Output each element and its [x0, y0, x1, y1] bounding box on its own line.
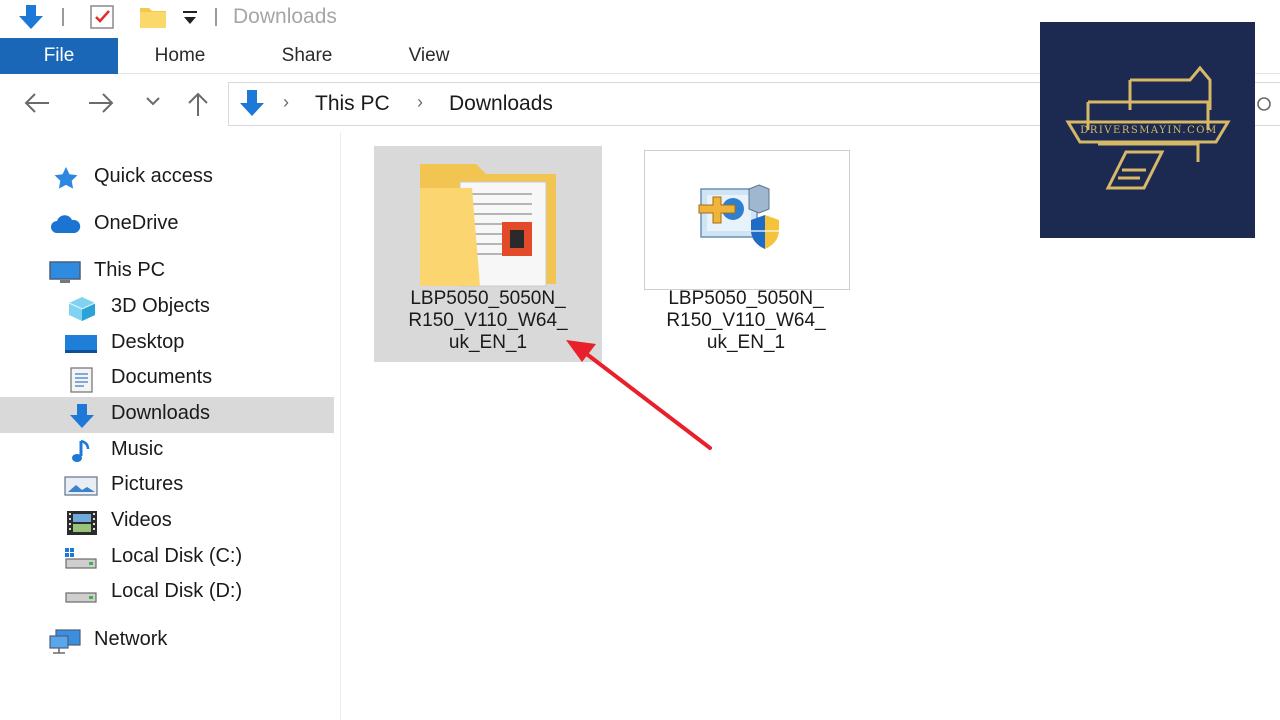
- sidebar-item-label: Desktop: [111, 331, 185, 353]
- desktop-icon: [64, 332, 97, 356]
- tab-share[interactable]: Share: [262, 38, 352, 74]
- quick-access-down-arrow-icon[interactable]: [14, 3, 48, 36]
- file-name: LBP5050_5050N_ R150_V110_W64_ uk_EN_1: [632, 288, 860, 354]
- tab-home[interactable]: Home: [132, 38, 228, 74]
- network-icon: [48, 629, 81, 654]
- sidebar-item-music[interactable]: Music: [0, 433, 334, 469]
- sidebar-item-label: Local Disk (C:): [111, 545, 243, 567]
- file-name-line: R150_V110_W64_: [666, 310, 826, 331]
- drive-d-icon: [64, 581, 97, 605]
- cloud-icon: [48, 213, 81, 237]
- sidebar-item-desktop[interactable]: Desktop: [0, 326, 334, 362]
- file-name: LBP5050_5050N_ R150_V110_W64_ uk_EN_1: [374, 288, 602, 354]
- toolbar-separator: [215, 8, 217, 26]
- sidebar-item-label: OneDrive: [94, 212, 179, 234]
- customize-toolbar-dropdown-icon[interactable]: [181, 8, 199, 33]
- sidebar-item-quick-access[interactable]: Quick access: [0, 160, 334, 196]
- installer-package-icon: [695, 179, 805, 264]
- sidebar-item-label: Quick access: [94, 165, 213, 187]
- tab-file[interactable]: File: [0, 38, 118, 74]
- pane-divider[interactable]: [340, 132, 341, 720]
- pictures-icon: [64, 474, 98, 498]
- sidebar-item-label: Videos: [111, 509, 172, 531]
- window-title: Downloads: [233, 5, 337, 28]
- sidebar-item-this-pc[interactable]: This PC: [0, 254, 334, 290]
- properties-checklist-icon[interactable]: [88, 3, 118, 36]
- sidebar-item-label: 3D Objects: [111, 295, 210, 317]
- sidebar-item-documents[interactable]: Documents: [0, 361, 334, 397]
- tab-view[interactable]: View: [386, 38, 472, 74]
- search-icon[interactable]: [1252, 96, 1272, 121]
- breadcrumb-separator: ›: [283, 92, 289, 112]
- sidebar-item-label: Network: [94, 628, 168, 650]
- document-icon: [68, 367, 100, 393]
- file-item-folder[interactable]: LBP5050_5050N_ R150_V110_W64_ uk_EN_1: [374, 146, 602, 362]
- sidebar-item-label: Documents: [111, 366, 213, 388]
- sidebar-item-label: Music: [111, 438, 164, 460]
- new-folder-icon[interactable]: [138, 3, 168, 36]
- sidebar-item-local-disk-c[interactable]: Local Disk (C:): [0, 540, 334, 576]
- recent-locations-chevron-icon[interactable]: [144, 94, 162, 113]
- sidebar-item-label: Downloads: [111, 402, 210, 424]
- watermark-logo: DRIVERSMAYIN.COM: [1040, 22, 1255, 238]
- file-name-line: LBP5050_5050N_: [668, 288, 824, 309]
- sidebar-item-label: Local Disk (D:): [111, 580, 243, 602]
- file-name-line: LBP5050_5050N_: [410, 288, 566, 309]
- file-item-installer[interactable]: LBP5050_5050N_ R150_V110_W64_ uk_EN_1: [632, 146, 860, 362]
- star-icon: [50, 166, 82, 190]
- folder-icon: [416, 160, 566, 293]
- downloads-location-icon: [235, 88, 269, 125]
- sidebar-item-videos[interactable]: Videos: [0, 504, 334, 540]
- download-arrow-icon: [66, 403, 98, 428]
- breadcrumb-downloads[interactable]: Downloads: [449, 92, 553, 116]
- forward-arrow-icon[interactable]: [86, 90, 116, 121]
- sidebar-item-label: Pictures: [111, 473, 184, 495]
- navigation-pane: Quick access OneDrive This PC 3D Objects…: [0, 132, 336, 720]
- film-icon: [66, 510, 98, 535]
- sidebar-item-local-disk-d[interactable]: Local Disk (D:): [0, 575, 334, 611]
- file-name-line: R150_V110_W64_: [408, 310, 568, 331]
- back-arrow-icon[interactable]: [22, 90, 52, 121]
- sidebar-item-network[interactable]: Network: [0, 623, 334, 659]
- music-note-icon: [66, 439, 98, 463]
- watermark-text: DRIVERSMAYIN.COM: [1080, 125, 1218, 136]
- drive-c-icon: [64, 546, 97, 570]
- sidebar-item-pictures[interactable]: Pictures: [0, 468, 334, 504]
- breadcrumb-separator: ›: [417, 92, 423, 112]
- file-thumbnail-frame: [644, 150, 850, 290]
- sidebar-item-onedrive[interactable]: OneDrive: [0, 207, 334, 243]
- cube-icon: [66, 296, 98, 321]
- sidebar-item-3d-objects[interactable]: 3D Objects: [0, 290, 334, 326]
- sidebar-item-label: This PC: [94, 259, 166, 281]
- file-name-line: uk_EN_1: [448, 332, 528, 353]
- breadcrumb-this-pc[interactable]: This PC: [315, 92, 390, 116]
- toolbar-separator: [62, 8, 64, 26]
- computer-icon: [48, 260, 81, 284]
- sidebar-item-downloads[interactable]: Downloads: [0, 397, 334, 433]
- up-arrow-icon[interactable]: [184, 90, 212, 123]
- file-name-line: uk_EN_1: [706, 332, 786, 353]
